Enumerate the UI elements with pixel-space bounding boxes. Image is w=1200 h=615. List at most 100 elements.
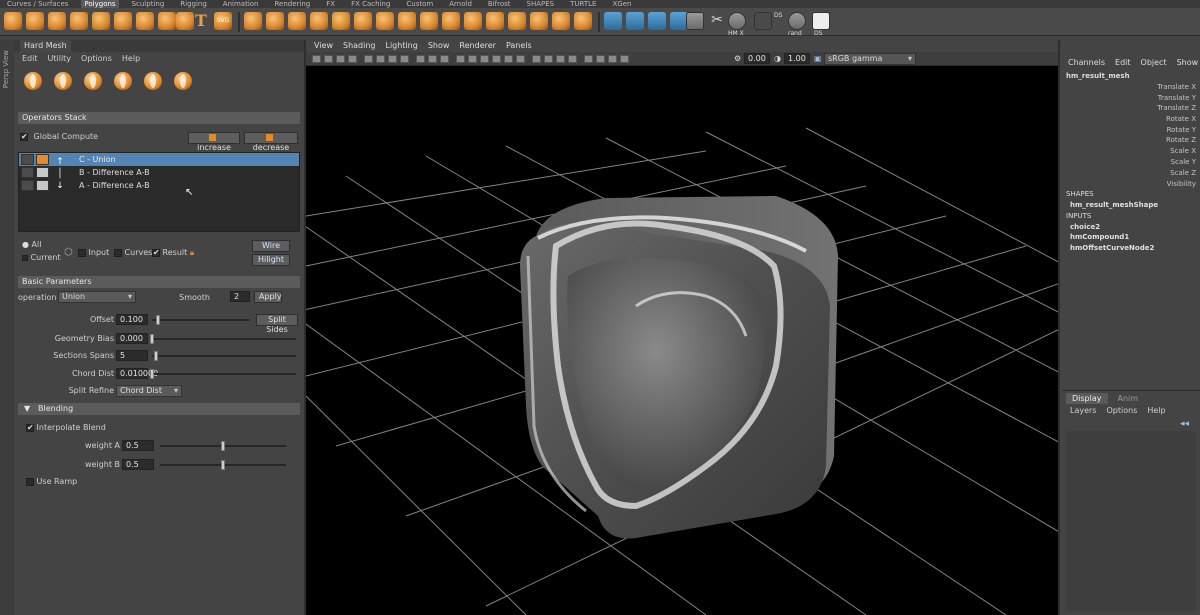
menu-help[interactable]: Help bbox=[122, 52, 140, 66]
grid-icon[interactable] bbox=[754, 12, 772, 30]
textured-icon[interactable] bbox=[492, 55, 501, 63]
hm-x-icon[interactable] bbox=[728, 12, 746, 30]
intersection-icon[interactable] bbox=[84, 72, 102, 90]
use-ramp-toggle[interactable]: Use Ramp bbox=[26, 477, 77, 486]
wireframe-on-shaded-icon[interactable] bbox=[480, 55, 489, 63]
ds-tool-icon[interactable] bbox=[812, 12, 830, 30]
channel-attr[interactable]: Translate Z bbox=[1157, 104, 1196, 112]
slider-thumb[interactable] bbox=[154, 351, 158, 361]
plane-icon[interactable] bbox=[92, 12, 110, 30]
reduce-icon[interactable] bbox=[398, 12, 416, 30]
torus-icon[interactable] bbox=[114, 12, 132, 30]
svg-icon[interactable]: SVG bbox=[214, 12, 232, 30]
sections-spans-slider[interactable] bbox=[152, 351, 296, 361]
apply-button[interactable]: Apply bbox=[254, 291, 282, 303]
shelf-tab[interactable]: FX bbox=[323, 0, 338, 8]
hard-mesh-tab[interactable]: Hard Mesh bbox=[20, 40, 71, 52]
collapse-arrow-icon[interactable]: ▼ bbox=[24, 403, 30, 415]
shelf-tab[interactable]: Animation bbox=[220, 0, 262, 8]
film-gate-icon[interactable] bbox=[376, 55, 385, 63]
safe-action-icon[interactable] bbox=[428, 55, 437, 63]
shelf-tab[interactable]: XGen bbox=[609, 0, 634, 8]
sections-spans-field[interactable]: 5 bbox=[116, 350, 148, 361]
3d-viewport[interactable] bbox=[306, 66, 1058, 615]
camera-icon[interactable] bbox=[312, 55, 321, 63]
geometry-bias-slider[interactable] bbox=[150, 334, 296, 344]
menu-view[interactable]: View bbox=[314, 40, 333, 52]
geometry-bias-field[interactable]: 0.000 bbox=[116, 333, 148, 344]
channel-attr[interactable]: Translate X bbox=[1157, 83, 1196, 91]
input-toggle[interactable]: Input bbox=[78, 248, 109, 257]
mirror-icon[interactable] bbox=[332, 12, 350, 30]
weight-a-slider[interactable] bbox=[160, 441, 286, 451]
offset-slider[interactable] bbox=[152, 315, 250, 325]
hilight-button[interactable]: Hilight bbox=[252, 254, 290, 266]
resolution-gate-icon[interactable] bbox=[388, 55, 397, 63]
operation-dropdown[interactable]: Union bbox=[58, 291, 136, 303]
decrease-button[interactable]: decrease bbox=[244, 132, 298, 152]
bevel-icon[interactable] bbox=[626, 12, 644, 30]
uv-editor-icon[interactable] bbox=[574, 12, 592, 30]
channel-attr[interactable]: Scale Z bbox=[1170, 169, 1196, 177]
menu-renderer[interactable]: Renderer bbox=[459, 40, 496, 52]
menu-show[interactable]: Show bbox=[1177, 58, 1199, 67]
bridge-icon[interactable] bbox=[604, 12, 622, 30]
shelf-tab[interactable]: Curves / Surfaces bbox=[4, 0, 71, 8]
shelf-tab[interactable]: Rigging bbox=[177, 0, 210, 8]
input-node[interactable]: hmOffsetCurveNode2 bbox=[1070, 244, 1154, 252]
menu-object[interactable]: Object bbox=[1141, 58, 1167, 67]
union-icon[interactable] bbox=[24, 72, 42, 90]
boolean-icon[interactable] bbox=[310, 12, 328, 30]
lights-icon[interactable] bbox=[504, 55, 513, 63]
menu-utility[interactable]: Utility bbox=[48, 52, 72, 66]
reorder-arrows-icon[interactable]: ↑ │ ↓ bbox=[55, 156, 65, 192]
cube-icon[interactable] bbox=[26, 12, 44, 30]
menu-options[interactable]: Options bbox=[1106, 406, 1137, 415]
color-space-dropdown[interactable]: sRGB gamma bbox=[824, 53, 916, 65]
persp-view-label[interactable]: Persp View bbox=[2, 50, 10, 88]
shelf-tab[interactable]: Arnold bbox=[446, 0, 475, 8]
dof-icon[interactable] bbox=[568, 55, 577, 63]
cylinder-icon[interactable] bbox=[48, 12, 66, 30]
all-radio[interactable]: ● All bbox=[22, 240, 41, 249]
difference-icon[interactable] bbox=[54, 72, 72, 90]
shape-node[interactable]: hm_result_meshShape bbox=[1070, 201, 1158, 209]
tab-anim[interactable]: Anim bbox=[1108, 393, 1149, 404]
chord-dist-slider[interactable] bbox=[150, 369, 296, 379]
rand-icon[interactable] bbox=[788, 12, 806, 30]
sphere-icon[interactable] bbox=[4, 12, 22, 30]
shadows-icon[interactable] bbox=[516, 55, 525, 63]
offset-icon[interactable] bbox=[174, 72, 192, 90]
cone-icon[interactable] bbox=[70, 12, 88, 30]
tab-display[interactable]: Display bbox=[1066, 393, 1108, 404]
operators-stack-header[interactable]: Operators Stack bbox=[18, 112, 300, 124]
text-icon[interactable]: T bbox=[192, 12, 210, 30]
channel-attr[interactable]: Rotate Y bbox=[1167, 126, 1196, 134]
combine-icon[interactable] bbox=[244, 12, 262, 30]
slider-thumb[interactable] bbox=[150, 334, 154, 344]
menu-panels[interactable]: Panels bbox=[506, 40, 532, 52]
smooth-icon[interactable] bbox=[288, 12, 306, 30]
eye-icon[interactable] bbox=[21, 167, 34, 178]
slider-thumb[interactable] bbox=[221, 460, 225, 470]
extract-icon[interactable] bbox=[354, 12, 372, 30]
split-refine-dropdown[interactable]: Chord Dist bbox=[116, 385, 182, 397]
grid-toggle-icon[interactable] bbox=[364, 55, 373, 63]
safe-title-icon[interactable] bbox=[440, 55, 449, 63]
fill-hole-icon[interactable] bbox=[376, 12, 394, 30]
shelf-tab-active[interactable]: Polygons bbox=[81, 0, 119, 8]
ball-icon[interactable] bbox=[36, 167, 49, 178]
menu-lighting[interactable]: Lighting bbox=[385, 40, 417, 52]
uv-cut-icon[interactable] bbox=[486, 12, 504, 30]
xray-active-icon[interactable] bbox=[620, 55, 629, 63]
field-chart-icon[interactable] bbox=[416, 55, 425, 63]
curves-toggle[interactable]: Curves bbox=[114, 248, 152, 257]
ssao-icon[interactable] bbox=[532, 55, 541, 63]
smooth-shade-icon[interactable] bbox=[468, 55, 477, 63]
menu-help[interactable]: Help bbox=[1147, 406, 1165, 415]
channel-attr[interactable]: Scale X bbox=[1170, 147, 1196, 155]
offset-field[interactable]: 0.100 bbox=[116, 314, 148, 325]
slice-icon[interactable] bbox=[144, 72, 162, 90]
extrude-icon[interactable] bbox=[648, 12, 666, 30]
planar-map-icon[interactable] bbox=[530, 12, 548, 30]
